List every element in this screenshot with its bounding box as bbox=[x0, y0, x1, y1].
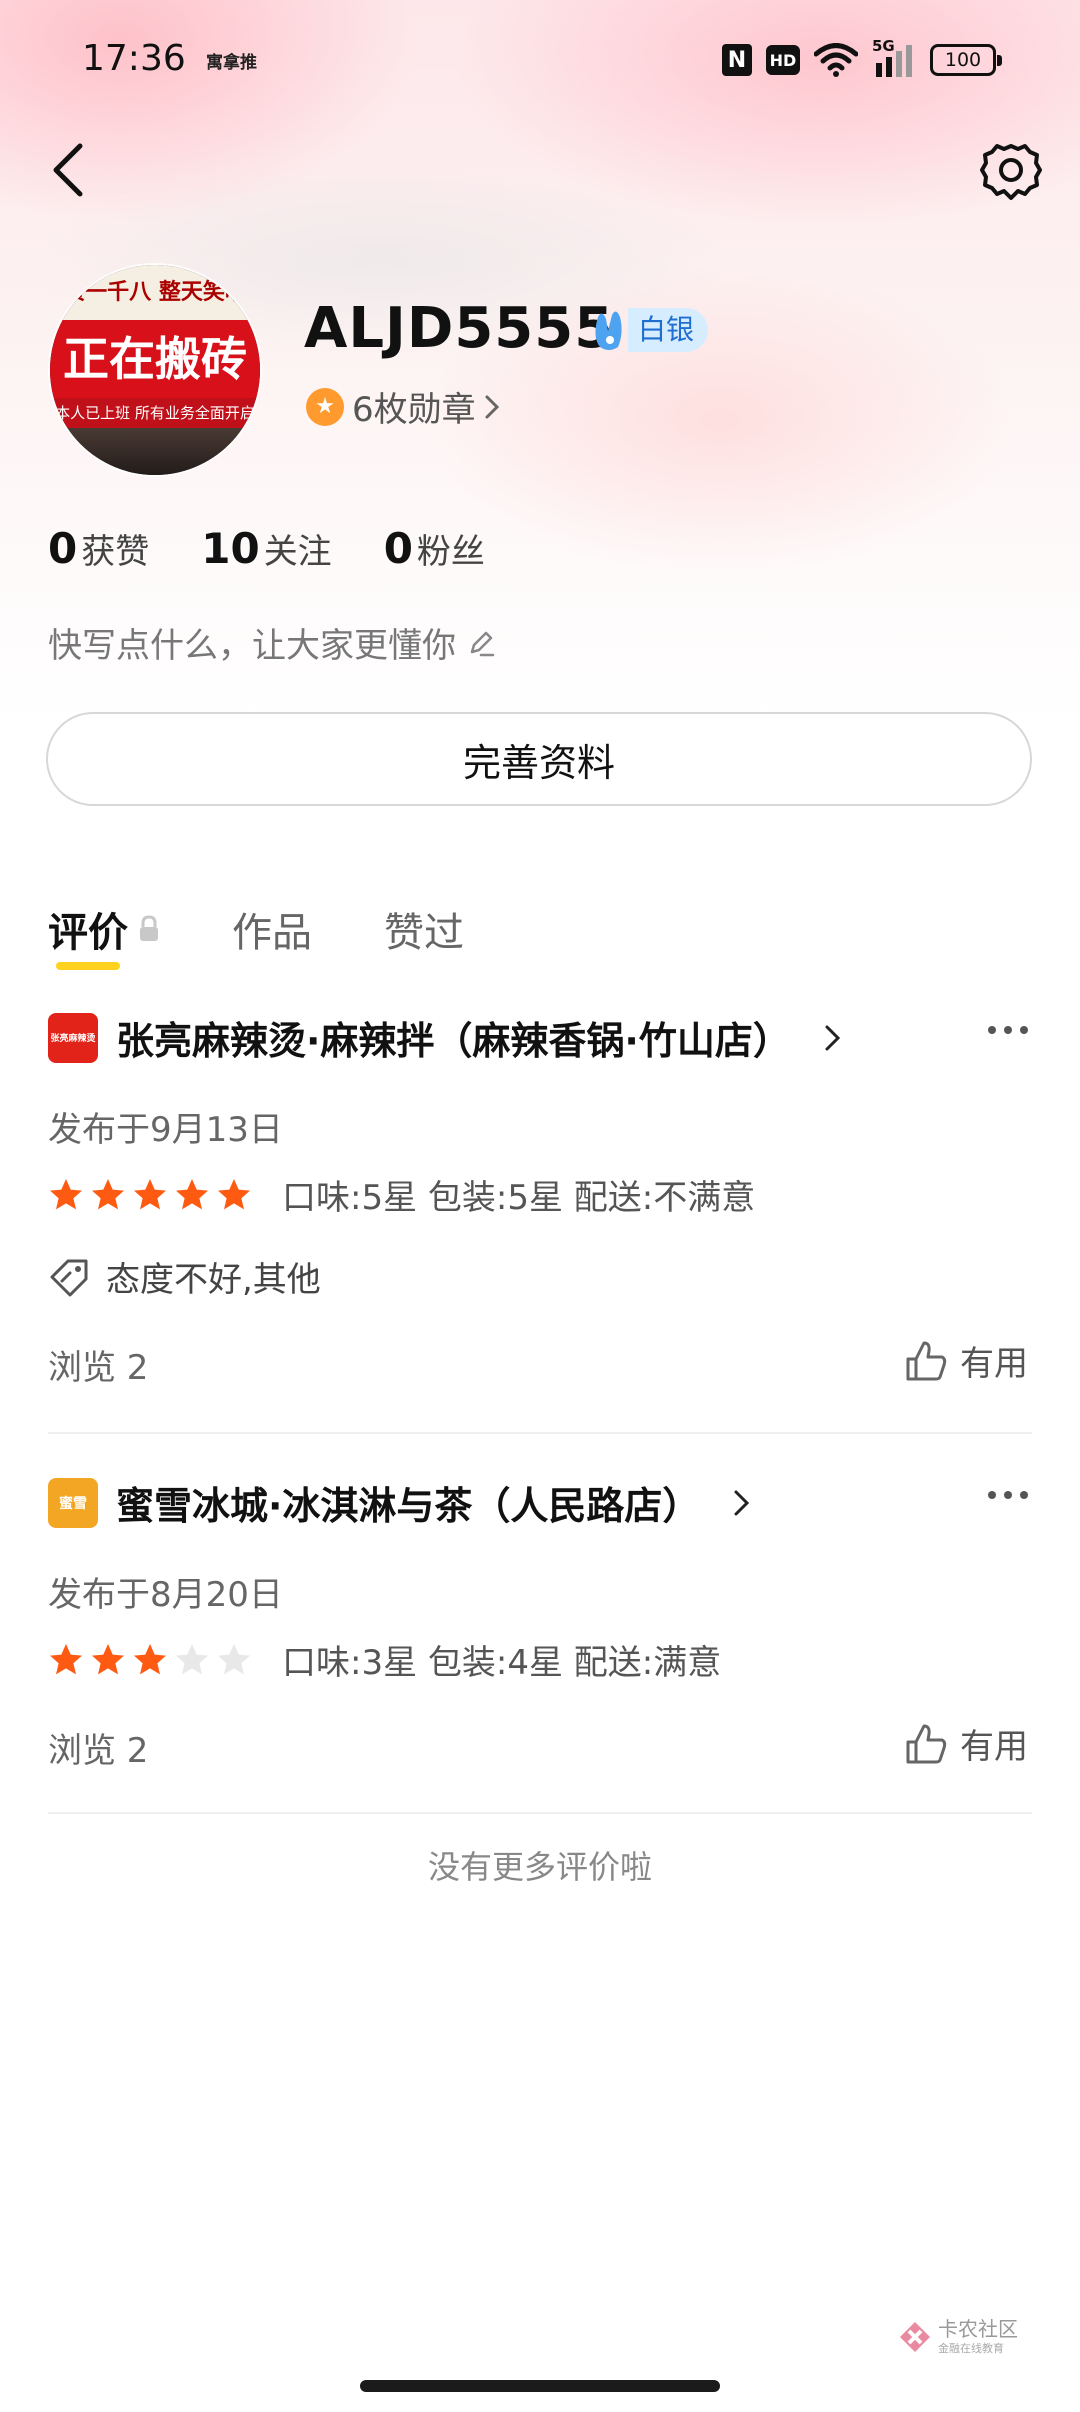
back-icon[interactable] bbox=[44, 140, 94, 200]
rating-row: 口味:5星 包装:5星 配送:不满意 bbox=[48, 1170, 755, 1219]
avatar-text-sub: 本人已上班 所有业务全面开启 bbox=[50, 398, 260, 428]
tab-works-label: 作品 bbox=[232, 910, 312, 956]
stat-likes-label: 获赞 bbox=[81, 532, 150, 572]
wifi-icon bbox=[814, 43, 858, 77]
divider bbox=[48, 1812, 1032, 1814]
rating-detail: 口味:5星 包装:5星 配送:不满意 bbox=[282, 1178, 756, 1218]
star-filled-icon bbox=[134, 1643, 166, 1674]
avatar-text-main: 正在搬砖 bbox=[50, 320, 260, 398]
shop-link[interactable]: 蜜雪 蜜雪冰城·冰淇淋与茶（人民路店） bbox=[48, 1475, 752, 1530]
no-more-reviews: 没有更多评价啦 bbox=[427, 1848, 652, 1886]
avatar[interactable]: 资一千八 整天笑嘻 正在搬砖 本人已上班 所有业务全面开启 bbox=[50, 265, 260, 475]
star-filled-icon bbox=[50, 1643, 82, 1674]
thumbs-up-icon bbox=[906, 1724, 947, 1763]
more-options-icon[interactable] bbox=[988, 1491, 1032, 1505]
chevron-right-icon bbox=[734, 1490, 750, 1515]
watermark-logo-icon bbox=[900, 2322, 930, 2352]
thumbs-up-icon bbox=[906, 1341, 947, 1380]
content-tabs: 评价 作品 赞过 bbox=[48, 900, 464, 970]
shop-logo-text: 张亮麻辣烫 bbox=[50, 1034, 96, 1044]
carrier-logo: 寓拿推 bbox=[206, 53, 257, 73]
level-label: 白银 bbox=[628, 308, 709, 352]
rabbit-level-icon bbox=[595, 311, 622, 350]
stat-fans-label: 粉丝 bbox=[416, 532, 485, 572]
views-count: 浏览 2 bbox=[48, 1348, 149, 1388]
star-rating bbox=[48, 1177, 252, 1213]
profile-stats: 0 获赞 10 关注 0 粉丝 bbox=[48, 524, 485, 573]
useful-label: 有用 bbox=[960, 1344, 1028, 1384]
review-date: 发布于8月20日 bbox=[48, 1575, 283, 1615]
bio-placeholder: 快写点什么，让大家更懂你 bbox=[48, 626, 456, 666]
useful-button[interactable]: 有用 bbox=[904, 1336, 1028, 1385]
review-tags: 态度不好,其他 bbox=[48, 1252, 321, 1301]
lock-icon bbox=[140, 915, 158, 941]
home-indicator[interactable] bbox=[360, 2380, 720, 2392]
shop-logo: 蜜雪 bbox=[48, 1477, 98, 1528]
shop-logo: 张亮麻辣烫 bbox=[48, 1012, 98, 1063]
star-filled-icon bbox=[218, 1178, 250, 1209]
star-empty-icon bbox=[218, 1643, 250, 1674]
review-tags-text: 态度不好,其他 bbox=[106, 1260, 321, 1300]
stat-following-value: 10 bbox=[201, 524, 260, 573]
avatar-photo-bottom bbox=[50, 428, 260, 475]
watermark-subtext: 金融在线教育 bbox=[938, 2342, 1004, 2355]
username: ALJD5555 bbox=[304, 296, 615, 361]
tab-liked[interactable]: 赞过 bbox=[384, 900, 464, 958]
rating-detail: 口味:3星 包装:4星 配送:满意 bbox=[282, 1643, 722, 1683]
stat-likes-value: 0 bbox=[48, 524, 78, 573]
signal-icon: 5G bbox=[872, 37, 916, 77]
tab-reviews-label: 评价 bbox=[48, 910, 128, 956]
medals-link[interactable]: ★ 6枚勋章 bbox=[306, 382, 500, 431]
hd-icon: HD bbox=[766, 45, 800, 75]
useful-button[interactable]: 有用 bbox=[904, 1719, 1028, 1768]
star-filled-icon bbox=[92, 1178, 124, 1209]
review-card: 蜜雪 蜜雪冰城·冰淇淋与茶（人民路店） 发布于8月20日 口味:3星 包装:4星… bbox=[0, 1475, 1080, 1815]
stat-likes[interactable]: 0 获赞 bbox=[48, 524, 149, 573]
shop-logo-text: 蜜雪 bbox=[59, 1495, 87, 1512]
tag-icon bbox=[50, 1259, 88, 1296]
status-time: 17:36 bbox=[82, 38, 186, 79]
views-count: 浏览 2 bbox=[48, 1731, 149, 1771]
star-filled-icon bbox=[134, 1178, 166, 1209]
tab-works[interactable]: 作品 bbox=[232, 900, 312, 958]
tab-liked-label: 赞过 bbox=[384, 910, 464, 956]
stat-following[interactable]: 10 关注 bbox=[201, 524, 331, 573]
stat-following-label: 关注 bbox=[263, 532, 332, 572]
more-options-icon[interactable] bbox=[988, 1026, 1032, 1040]
star-filled-icon bbox=[176, 1178, 208, 1209]
medals-count: 6枚勋章 bbox=[352, 390, 476, 430]
stat-fans-value: 0 bbox=[383, 524, 413, 573]
useful-label: 有用 bbox=[960, 1727, 1028, 1767]
star-filled-icon bbox=[50, 1178, 82, 1209]
divider bbox=[48, 1432, 1032, 1434]
shop-name: 蜜雪冰城·冰淇淋与茶（人民路店） bbox=[116, 1484, 701, 1528]
level-badge[interactable]: 白银 bbox=[590, 307, 709, 353]
watermark-text: 卡农社区 bbox=[938, 2317, 1018, 2341]
review-card: 张亮麻辣烫 张亮麻辣烫·麻辣拌（麻辣香锅·竹山店） 发布于9月13日 口味:5星… bbox=[0, 1010, 1080, 1430]
shop-name: 张亮麻辣烫·麻辣拌（麻辣香锅·竹山店） bbox=[116, 1019, 791, 1063]
complete-profile-button[interactable]: 完善资料 bbox=[46, 712, 1032, 806]
rating-row: 口味:3星 包装:4星 配送:满意 bbox=[48, 1635, 721, 1684]
avatar-text-top: 资一千八 整天笑嘻 bbox=[50, 265, 260, 320]
pencil-icon bbox=[470, 631, 495, 656]
shop-link[interactable]: 张亮麻辣烫 张亮麻辣烫·麻辣拌（麻辣香锅·竹山店） bbox=[48, 1010, 843, 1065]
tab-reviews[interactable]: 评价 bbox=[48, 900, 160, 970]
battery-icon: 100 bbox=[930, 44, 1002, 76]
watermark: 卡农社区 金融在线教育 bbox=[898, 2318, 1018, 2356]
review-date: 发布于9月13日 bbox=[48, 1110, 283, 1150]
nfc-icon: N bbox=[722, 44, 752, 76]
medal-icon: ★ bbox=[306, 387, 344, 426]
star-rating bbox=[48, 1642, 252, 1678]
settings-gear-icon[interactable] bbox=[978, 138, 1044, 204]
status-icons: N HD 5G 100 bbox=[722, 37, 1002, 80]
tab-active-indicator bbox=[56, 962, 120, 970]
bio-edit[interactable]: 快写点什么，让大家更懂你 bbox=[48, 618, 496, 667]
stat-fans[interactable]: 0 粉丝 bbox=[384, 524, 485, 573]
chevron-right-icon bbox=[825, 1025, 840, 1050]
chevron-right-icon bbox=[485, 395, 499, 418]
star-empty-icon bbox=[176, 1643, 208, 1674]
star-filled-icon bbox=[92, 1643, 124, 1674]
